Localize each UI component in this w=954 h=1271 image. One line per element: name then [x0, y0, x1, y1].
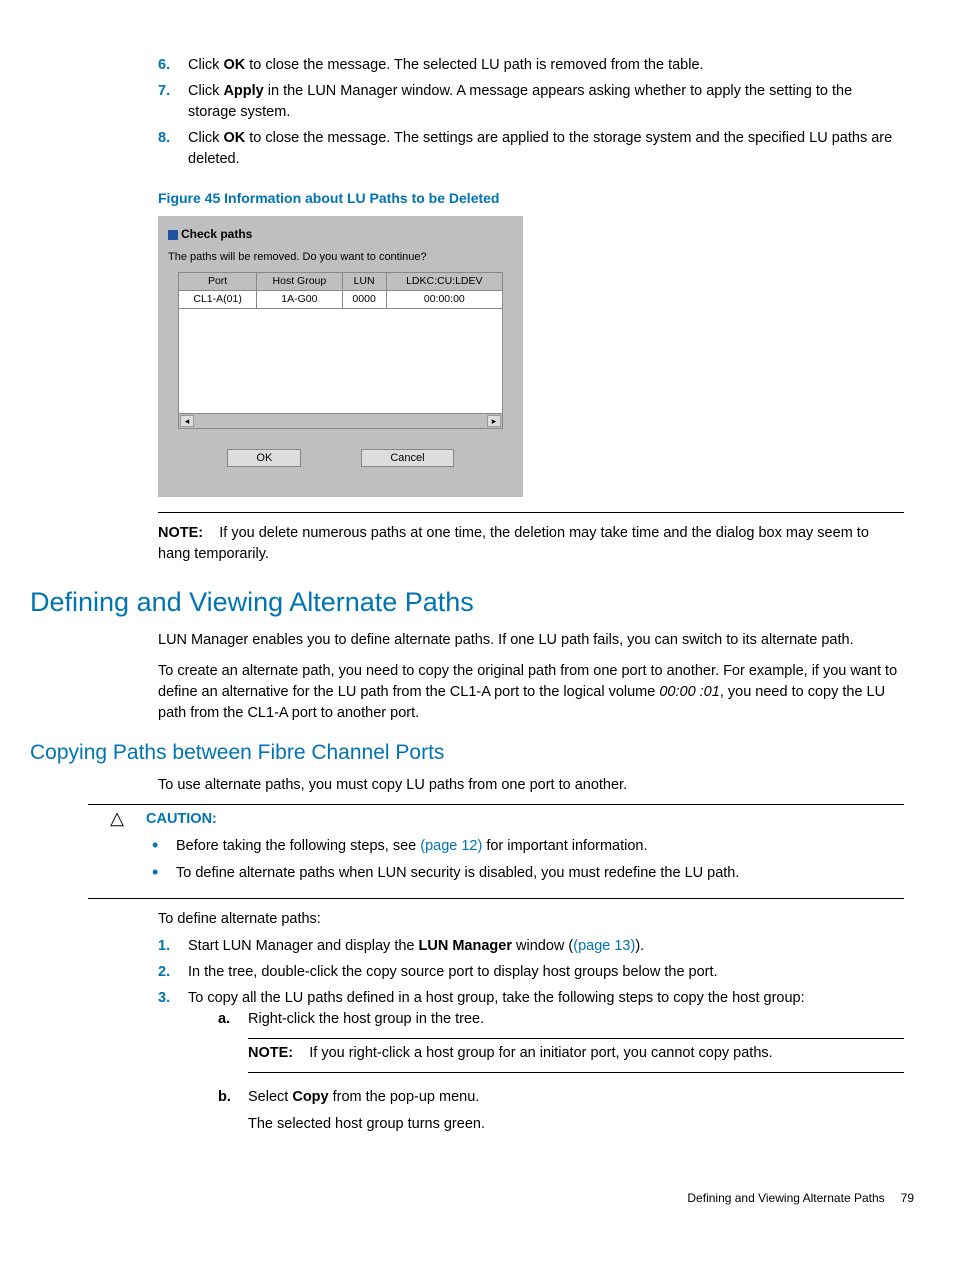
heading-alternate-paths: Defining and Viewing Alternate Paths — [30, 583, 924, 622]
step-2: 2. In the tree, double-click the copy so… — [158, 962, 904, 983]
step-number: 2. — [158, 962, 188, 983]
horizontal-scrollbar[interactable]: ◂ ▸ — [178, 414, 503, 429]
cancel-button[interactable]: Cancel — [361, 449, 453, 467]
step-text: In the tree, double-click the copy sourc… — [188, 962, 904, 983]
substep-a: a. Right-click the host group in the tre… — [218, 1009, 904, 1077]
bullet-icon: • — [146, 836, 176, 857]
bullet-1: •Before taking the following steps, see … — [146, 836, 904, 857]
page-12-link[interactable]: (page 12) — [420, 838, 482, 854]
page-13-link[interactable]: (page 13) — [573, 938, 635, 954]
step-text: To copy all the LU paths defined in a ho… — [188, 988, 904, 1140]
substep-letter: b. — [218, 1087, 248, 1135]
caution-bullets: •Before taking the following steps, see … — [146, 836, 904, 884]
dialog-title-icon — [168, 230, 178, 240]
page-footer: Defining and Viewing Alternate Paths 79 — [30, 1190, 924, 1207]
col-ldkc: LDKC:CU:LDEV — [386, 272, 502, 290]
heading-copying-paths: Copying Paths between Fibre Channel Port… — [30, 738, 924, 768]
paragraph-define: To define alternate paths: — [158, 909, 904, 930]
col-lun: LUN — [342, 272, 386, 290]
caution-block: △ CAUTION: •Before taking the following … — [88, 809, 904, 890]
step-number: 3. — [158, 988, 188, 1140]
bullet-2: •To define alternate paths when LUN secu… — [146, 863, 904, 884]
dialog-buttons: OK Cancel — [168, 449, 513, 467]
note-delete-paths: NOTE: If you delete numerous paths at on… — [158, 523, 904, 565]
steps-top-list: 6. Click OK to close the message. The se… — [158, 55, 904, 170]
step-text: Start LUN Manager and display the LUN Ma… — [188, 936, 904, 957]
steps-bottom-list: 1. Start LUN Manager and display the LUN… — [158, 936, 904, 1140]
step-text: Click Apply in the LUN Manager window. A… — [188, 81, 904, 123]
col-port: Port — [179, 272, 257, 290]
substeps-list: a. Right-click the host group in the tre… — [218, 1009, 904, 1135]
footer-title: Defining and Viewing Alternate Paths — [687, 1190, 884, 1207]
dialog-message: The paths will be removed. Do you want t… — [168, 250, 513, 266]
scroll-right-icon[interactable]: ▸ — [487, 415, 501, 427]
divider — [248, 1038, 904, 1039]
step-number: 7. — [158, 81, 188, 123]
caution-icon: △ — [88, 809, 146, 827]
ok-button[interactable]: OK — [227, 449, 301, 467]
table-empty-area — [178, 309, 503, 414]
divider — [248, 1072, 904, 1073]
caution-label: CAUTION: — [146, 809, 904, 830]
divider — [88, 804, 904, 805]
figure-caption: Figure 45 Information about LU Paths to … — [158, 188, 904, 208]
cell-ldkc: 00:00:00 — [386, 290, 502, 308]
divider — [158, 512, 904, 513]
cell-port: CL1-A(01) — [179, 290, 257, 308]
divider — [88, 898, 904, 899]
step-7: 7. Click Apply in the LUN Manager window… — [158, 81, 904, 123]
substep-letter: a. — [218, 1009, 248, 1077]
step-text: Click OK to close the message. The selec… — [188, 55, 904, 76]
cell-host-group: 1A-G00 — [257, 290, 342, 308]
paragraph-create: To create an alternate path, you need to… — [158, 661, 904, 724]
page-number: 79 — [901, 1190, 914, 1207]
dialog-title: Check paths — [168, 226, 513, 243]
note-initiator: NOTE: If you right-click a host group fo… — [248, 1045, 773, 1061]
bullet-icon: • — [146, 863, 176, 884]
col-host-group: Host Group — [257, 272, 342, 290]
check-paths-dialog: Check paths The paths will be removed. D… — [158, 216, 523, 497]
cell-lun: 0000 — [342, 290, 386, 308]
step-8: 8. Click OK to close the message. The se… — [158, 128, 904, 170]
step-number: 1. — [158, 936, 188, 957]
paragraph-copy: To use alternate paths, you must copy LU… — [158, 775, 904, 796]
step-3: 3. To copy all the LU paths defined in a… — [158, 988, 904, 1140]
substep-b: b. Select Copy from the pop-up menu. The… — [218, 1087, 904, 1135]
table-header-row: Port Host Group LUN LDKC:CU:LDEV — [179, 272, 503, 290]
scroll-left-icon[interactable]: ◂ — [180, 415, 194, 427]
step-number: 6. — [158, 55, 188, 76]
paths-table: Port Host Group LUN LDKC:CU:LDEV CL1-A(0… — [178, 272, 503, 309]
paragraph-intro: LUN Manager enables you to define altern… — [158, 630, 904, 651]
table-row[interactable]: CL1-A(01) 1A-G00 0000 00:00:00 — [179, 290, 503, 308]
step-number: 8. — [158, 128, 188, 170]
step-text: Click OK to close the message. The setti… — [188, 128, 904, 170]
step-1: 1. Start LUN Manager and display the LUN… — [158, 936, 904, 957]
step-6: 6. Click OK to close the message. The se… — [158, 55, 904, 76]
